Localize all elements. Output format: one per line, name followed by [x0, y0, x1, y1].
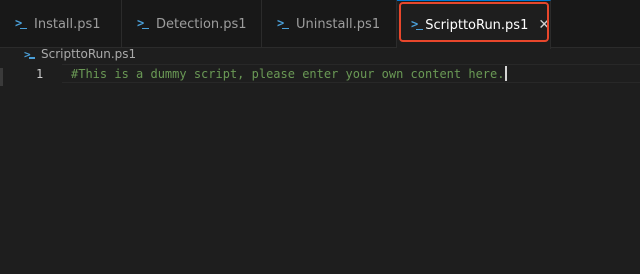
tab-install[interactable]: Install.ps1 [0, 0, 122, 48]
tab-scripttorun[interactable]: ScripttoRun.ps1 ✕ [397, 0, 551, 49]
tab-label: Uninstall.ps1 [296, 16, 381, 32]
powershell-icon [15, 16, 27, 30]
tab-label: ScripttoRun.ps1 [425, 17, 529, 33]
powershell-icon [277, 16, 289, 30]
tab-uninstall[interactable]: Uninstall.ps1 [262, 0, 397, 48]
powershell-icon [137, 16, 149, 30]
editor-tab-bar: Install.ps1 Detection.ps1 Uninstall.ps1 … [0, 0, 640, 49]
breadcrumb: ScripttoRun.ps1 [0, 44, 640, 64]
tab-detection[interactable]: Detection.ps1 [122, 0, 262, 48]
line-number: 1 [36, 67, 44, 81]
breadcrumb-file[interactable]: ScripttoRun.ps1 [41, 47, 136, 61]
code-editor[interactable]: 1 #This is a dummy script, please enter … [0, 64, 640, 274]
tab-label: Install.ps1 [34, 16, 101, 32]
close-icon[interactable]: ✕ [538, 17, 550, 33]
tab-label: Detection.ps1 [156, 16, 247, 32]
powershell-icon [411, 17, 424, 31]
code-line[interactable]: #This is a dummy script, please enter yo… [71, 65, 508, 83]
text-cursor [505, 66, 508, 81]
comment-text: #This is a dummy script, please enter yo… [71, 67, 505, 81]
powershell-icon [24, 48, 35, 61]
